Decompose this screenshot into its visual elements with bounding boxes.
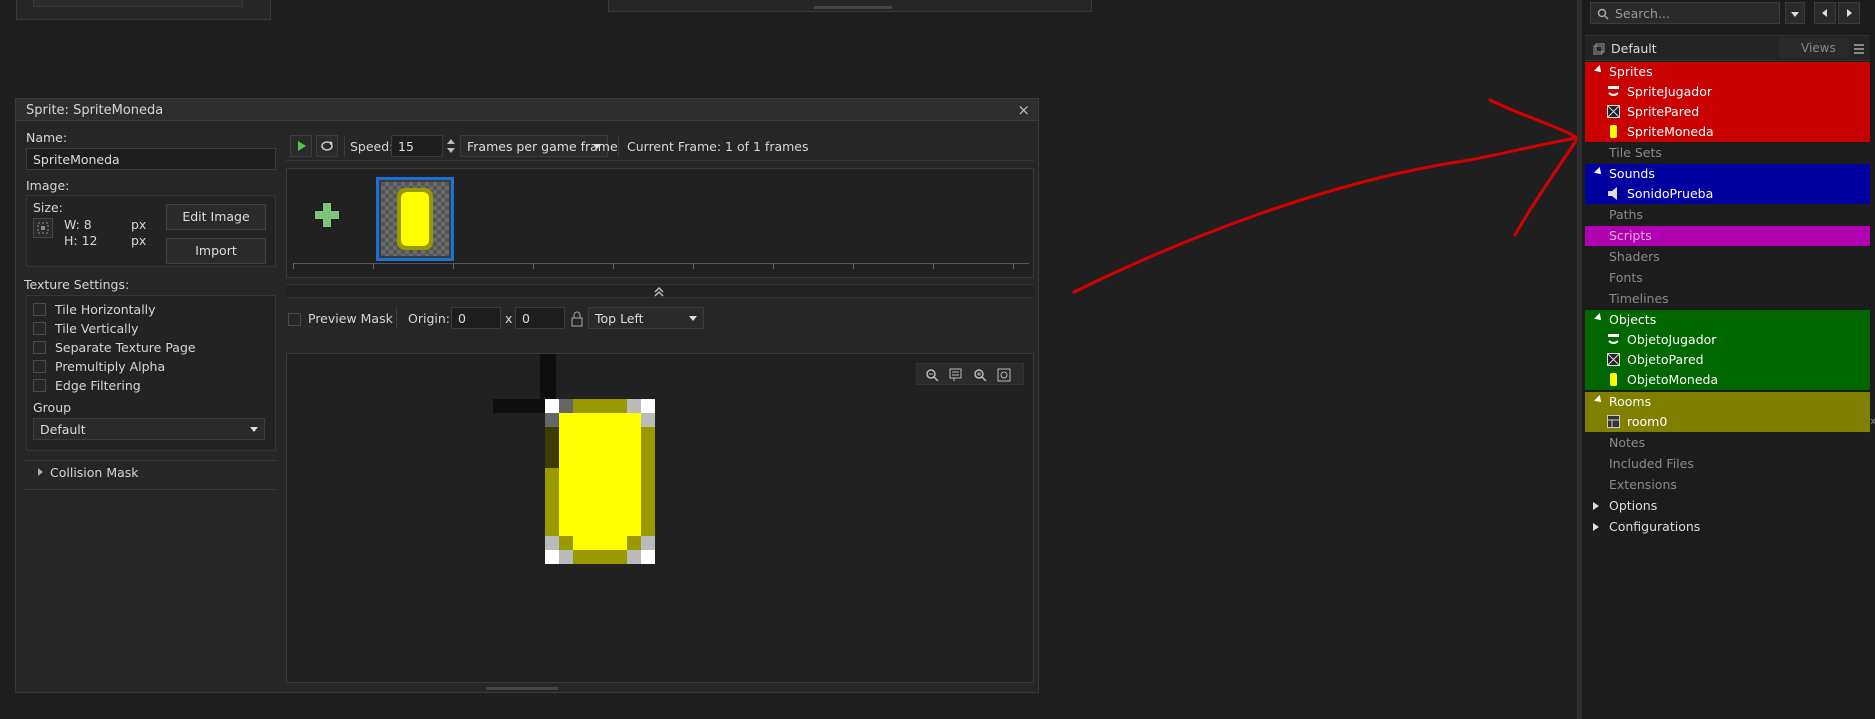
tree-folder-included-files[interactable]: Included Files [1587, 454, 1867, 474]
chevron-down-icon [1791, 12, 1799, 17]
tree-folder-notes[interactable]: Notes [1587, 433, 1867, 453]
menu-icon[interactable] [1853, 43, 1865, 55]
room-icon [1607, 415, 1620, 428]
tree-folder-options[interactable]: Options [1587, 496, 1867, 516]
tree-item-sonido-prueba[interactable]: SonidoPrueba [1587, 184, 1867, 204]
forward-button[interactable] [1838, 2, 1860, 24]
tree-folder-extensions[interactable]: Extensions [1587, 475, 1867, 495]
search-input[interactable]: Search... [1590, 2, 1780, 24]
view-header: Default Views [1585, 35, 1870, 61]
tree-folder-fonts[interactable]: Fonts [1587, 268, 1867, 288]
view-name: Default [1611, 41, 1657, 56]
tree-item-objeto-pared[interactable]: ObjetoPared [1587, 350, 1867, 370]
objeto-pared-icon [1607, 353, 1620, 366]
tree-folder-configurations[interactable]: Configurations [1587, 517, 1867, 537]
sprite-moneda-icon [1610, 125, 1617, 138]
resource-tree-panel: Search... Default Views Sprites SpriteJu… [1577, 0, 1875, 719]
tree-folder-tile-sets[interactable]: Tile Sets [1587, 143, 1867, 163]
chevron-right-icon [1847, 9, 1852, 17]
tree-folder-scripts[interactable]: Scripts [1587, 226, 1867, 246]
tree-folder-objects[interactable]: Objects [1587, 310, 1867, 330]
tree-item-room0[interactable]: room0 [1587, 412, 1867, 432]
sprite-pared-icon [1607, 105, 1620, 118]
tree-folder-sounds[interactable]: Sounds [1587, 164, 1867, 184]
objeto-jugador-icon [1607, 333, 1620, 346]
views-button[interactable]: Views [1779, 38, 1849, 58]
tree-item-sprite-jugador[interactable]: SpriteJugador [1587, 82, 1867, 102]
search-options-dropdown[interactable] [1785, 2, 1805, 24]
objeto-moneda-icon [1610, 373, 1617, 386]
speaker-icon [1608, 187, 1617, 200]
back-button[interactable] [1814, 2, 1836, 24]
sprite-jugador-icon [1607, 85, 1620, 98]
tree-item-objeto-moneda[interactable]: ObjetoMoneda [1587, 370, 1867, 390]
tree-folder-timelines[interactable]: Timelines [1587, 289, 1867, 309]
tree-item-sprite-pared[interactable]: SpritePared [1587, 102, 1867, 122]
view-icon [1593, 43, 1605, 55]
tree-item-objeto-jugador[interactable]: ObjetoJugador [1587, 330, 1867, 350]
tree-folder-rooms[interactable]: Rooms [1587, 392, 1867, 412]
tree-folder-sprites[interactable]: Sprites [1587, 62, 1867, 82]
search-icon [1597, 8, 1609, 20]
tree-item-sprite-moneda[interactable]: SpriteMoneda [1587, 122, 1867, 142]
chevron-left-icon [1822, 9, 1827, 17]
tree-folder-shaders[interactable]: Shaders [1587, 247, 1867, 267]
collapse-panel-icon[interactable]: » [1870, 414, 1875, 428]
tree-folder-paths[interactable]: Paths [1587, 205, 1867, 225]
